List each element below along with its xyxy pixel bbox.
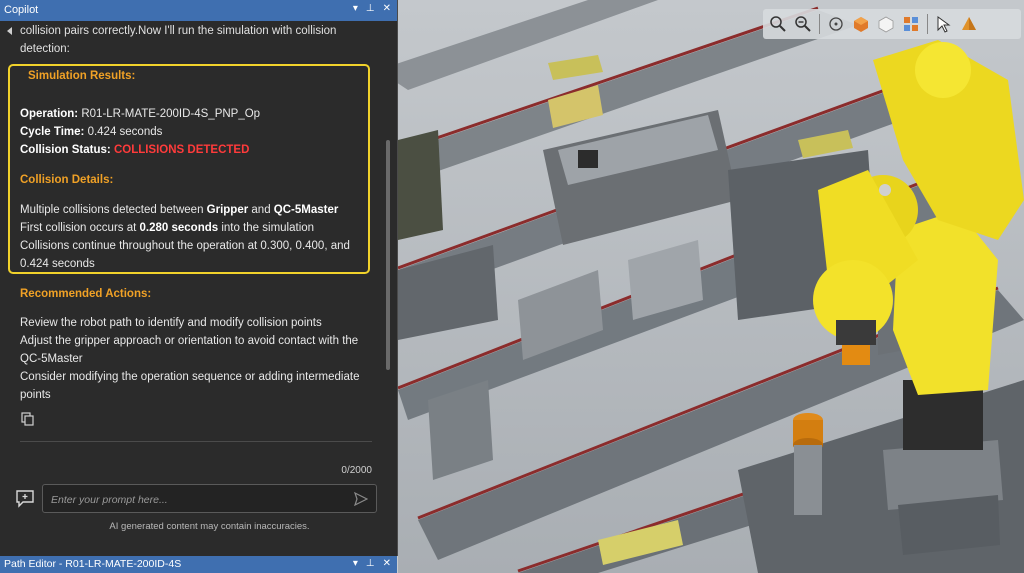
copy-icon[interactable] bbox=[21, 412, 35, 426]
detail1-mid: and bbox=[248, 204, 274, 216]
copilot-title: Copilot bbox=[4, 4, 39, 16]
toolbar-separator bbox=[927, 14, 928, 34]
close-icon[interactable]: ✕ bbox=[383, 3, 391, 14]
results-heading: Simulation Results: bbox=[28, 67, 383, 85]
operation-value: R01-LR-MATE-200ID-4S_PNP_Op bbox=[81, 108, 261, 120]
cube-view-icon[interactable] bbox=[875, 13, 897, 35]
action3-line1: Consider modifying the operation sequenc… bbox=[20, 371, 360, 383]
intro-line-2: detection: bbox=[20, 43, 70, 55]
path-editor-close-icon[interactable]: ✕ bbox=[383, 558, 391, 569]
chat-divider bbox=[20, 441, 372, 442]
zoom-out-icon[interactable] bbox=[792, 13, 814, 35]
new-chat-icon[interactable] bbox=[14, 488, 36, 508]
detail1-gripper: Gripper bbox=[206, 204, 249, 216]
view-toolbar bbox=[763, 9, 1021, 39]
detail2-time: 0.280 seconds bbox=[139, 222, 219, 234]
scroll-up-arrow-icon[interactable] bbox=[7, 27, 12, 35]
operation-line: Operation: R01-LR-MATE-200ID-4S_PNP_Op bbox=[20, 105, 375, 123]
action2-line2: QC-5Master bbox=[20, 353, 83, 365]
copilot-titlebar: Copilot ▾ ⊥ ✕ bbox=[0, 0, 397, 21]
action3-line2: points bbox=[20, 389, 51, 401]
detail3-line1: Collisions continue throughout the opera… bbox=[20, 240, 350, 252]
operation-label: Operation: bbox=[20, 108, 79, 120]
cycle-time-label: Cycle Time: bbox=[20, 126, 85, 138]
send-icon[interactable] bbox=[354, 492, 368, 506]
detail-line-1: Multiple collisions detected between Gri… bbox=[20, 201, 375, 219]
char-counter: 0/2000 bbox=[341, 465, 372, 476]
scene-canvas bbox=[398, 0, 1024, 573]
path-editor-title: Path Editor - R01-LR-MATE-200ID-4S bbox=[4, 558, 182, 570]
3d-viewport[interactable] bbox=[398, 0, 1024, 573]
results-heading-text: Simulation Results: bbox=[28, 70, 136, 82]
shading-icon[interactable] bbox=[850, 13, 872, 35]
details-heading: Collision Details: bbox=[20, 171, 375, 189]
collision-status-line: Collision Status: COLLISIONS DETECTED bbox=[20, 141, 375, 159]
prompt-box bbox=[42, 484, 377, 513]
intro-line-1: collision pairs correctly.Now I'll run t… bbox=[20, 25, 337, 37]
action1-text: Review the robot path to identify and mo… bbox=[20, 317, 322, 329]
chat-intro: collision pairs correctly.Now I'll run t… bbox=[20, 22, 375, 58]
chat-scrollbar[interactable] bbox=[386, 140, 390, 370]
zoom-in-icon[interactable] bbox=[767, 13, 789, 35]
action2-line1: Adjust the gripper approach or orientati… bbox=[20, 335, 359, 347]
prompt-input[interactable] bbox=[49, 490, 343, 509]
copilot-panel: Copilot ▾ ⊥ ✕ collision pairs correctly.… bbox=[0, 0, 398, 556]
dropdown-icon[interactable]: ▾ bbox=[353, 3, 358, 14]
actions-heading-text: Recommended Actions: bbox=[20, 288, 152, 300]
collision-status-value: COLLISIONS DETECTED bbox=[113, 144, 250, 156]
cycle-time-value: 0.424 seconds bbox=[87, 126, 163, 138]
details-heading-text: Collision Details: bbox=[20, 174, 114, 186]
action-3: Consider modifying the operation sequenc… bbox=[20, 368, 375, 404]
detail2-pre: First collision occurs at bbox=[20, 222, 140, 234]
actions-heading: Recommended Actions: bbox=[20, 285, 375, 303]
detail-line-3: Collisions continue throughout the opera… bbox=[20, 237, 375, 273]
action-2: Adjust the gripper approach or orientati… bbox=[20, 332, 375, 368]
detail3-line2: 0.424 seconds bbox=[20, 258, 95, 270]
detail2-post: into the simulation bbox=[218, 222, 315, 234]
detail1-qc5master: QC-5Master bbox=[273, 204, 339, 216]
path-editor-dropdown-icon[interactable]: ▾ bbox=[353, 558, 358, 569]
path-editor-pin-icon[interactable]: ⊥ bbox=[366, 558, 375, 569]
toolbar-separator bbox=[819, 14, 820, 34]
path-editor-titlebar[interactable]: Path Editor - R01-LR-MATE-200ID-4S ▾ ⊥ ✕ bbox=[0, 556, 397, 573]
ai-disclaimer: AI generated content may contain inaccur… bbox=[109, 521, 310, 532]
layout-icon[interactable] bbox=[900, 13, 922, 35]
render-mode-icon[interactable] bbox=[958, 13, 980, 35]
fit-view-icon[interactable] bbox=[825, 13, 847, 35]
detail-line-2: First collision occurs at 0.280 seconds … bbox=[20, 219, 375, 237]
action-1: Review the robot path to identify and mo… bbox=[20, 314, 375, 332]
pin-icon[interactable]: ⊥ bbox=[366, 3, 375, 14]
detail1-pre: Multiple collisions detected between bbox=[20, 204, 207, 216]
cycle-time-line: Cycle Time: 0.424 seconds bbox=[20, 123, 375, 141]
collision-status-label: Collision Status: bbox=[20, 144, 111, 156]
select-icon[interactable] bbox=[933, 13, 955, 35]
